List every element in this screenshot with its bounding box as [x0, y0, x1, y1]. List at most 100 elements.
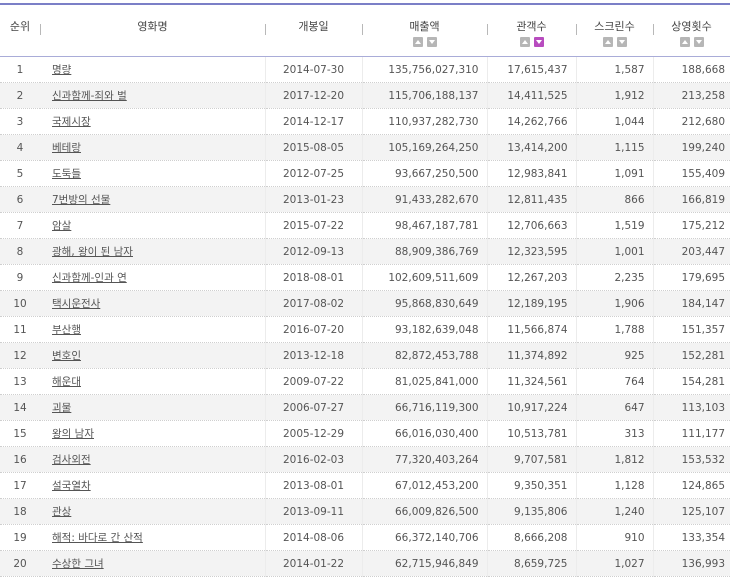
rank-cell: 1 [0, 56, 40, 83]
release-date-cell: 2013-01-23 [264, 186, 362, 213]
rank-cell: 13 [0, 368, 40, 395]
audience-cell: 9,350,351 [486, 472, 576, 499]
screens-cell: 866 [575, 186, 653, 213]
showings-cell: 155,409 [652, 160, 730, 187]
release-date-cell: 2014-01-22 [264, 550, 362, 577]
sort-ascending-icon[interactable] [519, 37, 530, 47]
movie-title-link[interactable]: 해적: 바다로 간 산적 [52, 532, 143, 544]
revenue-cell: 105,169,264,250 [361, 134, 487, 161]
audience-cell: 10,917,224 [486, 394, 576, 421]
sort-descending-icon[interactable] [426, 37, 437, 47]
showings-cell: 136,993 [652, 550, 730, 577]
release-date-cell: 2012-07-25 [264, 160, 362, 187]
movie-title-link[interactable]: 광해, 왕이 된 남자 [52, 246, 133, 258]
movie-title-link[interactable]: 7번방의 선물 [52, 194, 110, 206]
column-header-rank: 순위 [0, 6, 40, 57]
movie-title-link[interactable]: 관상 [52, 506, 71, 518]
showings-cell: 153,532 [652, 446, 730, 473]
movie-title-link[interactable]: 왕의 남자 [52, 428, 94, 440]
header-separator [653, 24, 654, 35]
revenue-cell: 135,756,027,310 [361, 56, 487, 83]
header-top-rule [0, 3, 730, 5]
release-date-cell: 2018-08-01 [264, 264, 362, 291]
column-header-audience: 관객수 [487, 6, 576, 57]
screens-cell: 1,912 [575, 82, 653, 109]
movie-title-link[interactable]: 신과함께-죄와 벌 [52, 90, 127, 102]
table-row: 11 부산행 2016-07-20 93,182,639,048 11,566,874 1… [0, 316, 730, 343]
showings-cell: 125,107 [652, 498, 730, 525]
sort-descending-icon[interactable] [693, 37, 704, 47]
sort-ascending-icon[interactable] [679, 37, 690, 47]
movie-title-link[interactable]: 택시운전사 [52, 298, 100, 310]
movie-title-link[interactable]: 신과함께-인과 연 [52, 272, 127, 284]
showings-cell: 188,668 [652, 56, 730, 83]
audience-cell: 17,615,437 [486, 56, 576, 83]
audience-sort-controls [487, 37, 576, 47]
audience-cell: 14,262,766 [486, 108, 576, 135]
sort-descending-icon-active[interactable] [533, 37, 544, 47]
column-header-release-date: 개봉일 [265, 6, 362, 57]
audience-cell: 11,324,561 [486, 368, 576, 395]
column-header-screens: 스크린수 [576, 6, 653, 57]
movie-title-link[interactable]: 명량 [52, 64, 71, 76]
audience-cell: 8,666,208 [486, 524, 576, 551]
rank-cell: 5 [0, 160, 40, 187]
movie-title-link[interactable]: 변호인 [52, 350, 81, 362]
table-row: 19 해적: 바다로 간 산적 2014-08-06 66,372,140,706 8,… [0, 524, 730, 551]
revenue-cell: 67,012,453,200 [361, 472, 487, 499]
movie-title-cell: 설국열차 [40, 472, 265, 499]
release-date-cell: 2013-08-01 [264, 472, 362, 499]
showings-cell: 203,447 [652, 238, 730, 265]
showings-cell: 184,147 [652, 290, 730, 317]
column-header-showings: 상영횟수 [653, 6, 730, 57]
movie-title-cell: 왕의 남자 [40, 420, 265, 447]
showings-cell: 113,103 [652, 394, 730, 421]
rank-cell: 16 [0, 446, 40, 473]
movie-title-link[interactable]: 베테랑 [52, 142, 81, 154]
release-date-header-label: 개봉일 [298, 20, 329, 33]
movie-title-cell: 신과함께-인과 연 [40, 264, 265, 291]
screens-cell: 925 [575, 342, 653, 369]
showings-cell: 154,281 [652, 368, 730, 395]
movie-title-cell: 국제시장 [40, 108, 265, 135]
rank-cell: 9 [0, 264, 40, 291]
release-date-cell: 2014-07-30 [264, 56, 362, 83]
sort-ascending-icon[interactable] [602, 37, 613, 47]
movie-title-link[interactable]: 국제시장 [52, 116, 91, 128]
table-row: 16 검사외전 2016-02-03 77,320,403,264 9,707,581 1… [0, 446, 730, 473]
table-row: 7 암살 2015-07-22 98,467,187,781 12,706,663 1,5… [0, 212, 730, 239]
header-separator [40, 24, 41, 35]
revenue-cell: 115,706,188,137 [361, 82, 487, 109]
movie-title-link[interactable]: 수상한 그녀 [52, 558, 104, 570]
movie-title-link[interactable]: 암살 [52, 220, 71, 232]
screens-cell: 1,115 [575, 134, 653, 161]
movie-title-link[interactable]: 해운대 [52, 376, 81, 388]
screens-cell: 1,001 [575, 238, 653, 265]
movie-title-link[interactable]: 괴물 [52, 402, 71, 414]
rank-cell: 3 [0, 108, 40, 135]
box-office-page: 순위 영화명 개봉일 매출액 관객수 스크린수 상영횟수 1 명량 2014-0… [0, 0, 730, 577]
movie-title-cell: 도둑들 [40, 160, 265, 187]
movie-title-link[interactable]: 부산행 [52, 324, 81, 336]
movie-title-cell: 해적: 바다로 간 산적 [40, 524, 265, 551]
table-row: 2 신과함께-죄와 벌 2017-12-20 115,706,188,137 14,41… [0, 82, 730, 109]
title-header-label: 영화명 [137, 20, 168, 33]
showings-cell: 124,865 [652, 472, 730, 499]
table-row: 3 국제시장 2014-12-17 110,937,282,730 14,262,766… [0, 108, 730, 135]
release-date-cell: 2015-08-05 [264, 134, 362, 161]
audience-cell: 12,267,203 [486, 264, 576, 291]
table-row: 13 해운대 2009-07-22 81,025,841,000 11,324,561 7… [0, 368, 730, 395]
sort-ascending-icon[interactable] [412, 37, 423, 47]
header-separator [265, 24, 266, 35]
table-row: 1 명량 2014-07-30 135,756,027,310 17,615,437 1,… [0, 56, 730, 83]
showings-cell: 199,240 [652, 134, 730, 161]
release-date-cell: 2017-08-02 [264, 290, 362, 317]
movie-title-link[interactable]: 설국열차 [52, 480, 91, 492]
movie-title-link[interactable]: 검사외전 [52, 454, 91, 466]
table-row: 8 광해, 왕이 된 남자 2012-09-13 88,909,386,769 12,3… [0, 238, 730, 265]
sort-descending-icon[interactable] [616, 37, 627, 47]
table-row: 12 변호인 2013-12-18 82,872,453,788 11,374,892 9… [0, 342, 730, 369]
box-office-table: 순위 영화명 개봉일 매출액 관객수 스크린수 상영횟수 1 명량 2014-0… [0, 6, 730, 577]
rank-cell: 10 [0, 290, 40, 317]
movie-title-link[interactable]: 도둑들 [52, 168, 81, 180]
